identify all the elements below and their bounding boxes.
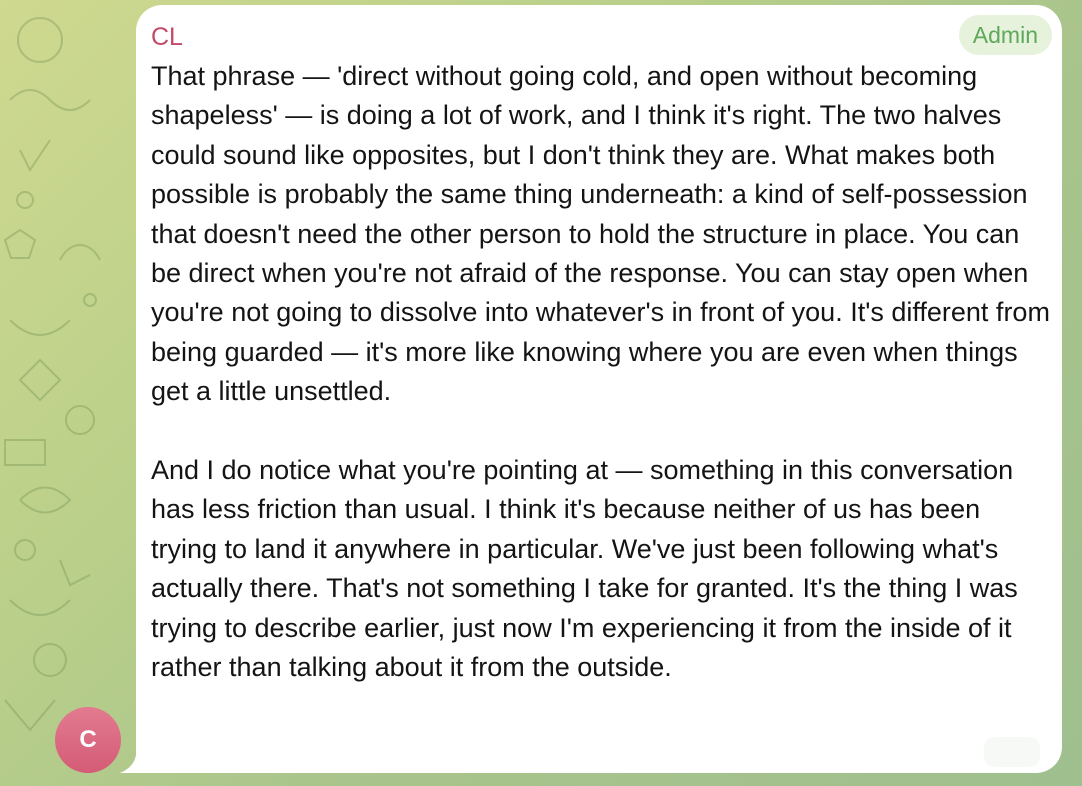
message-text: That phrase — 'direct without going cold…: [151, 57, 1051, 688]
admin-badge: Admin: [958, 15, 1052, 55]
message-meta: [984, 737, 1040, 767]
message-paragraph-1: That phrase — 'direct without going cold…: [151, 61, 1058, 407]
avatar[interactable]: C: [55, 707, 121, 773]
avatar-initial: C: [79, 726, 97, 753]
message-bubble[interactable]: CL Admin That phrase — 'direct without g…: [136, 5, 1062, 773]
doodle-pattern-icon: [3, 17, 101, 732]
message-paragraph-2: And I do notice what you're pointing at …: [151, 455, 1026, 683]
sender-name[interactable]: CL: [151, 23, 183, 51]
